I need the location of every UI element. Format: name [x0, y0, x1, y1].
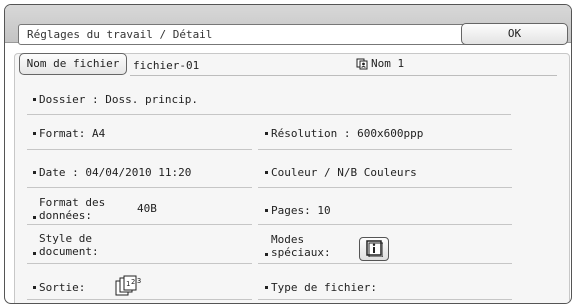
color-text: Couleur / N/B Couleurs: [271, 166, 417, 179]
special-modes-button[interactable]: [359, 237, 389, 261]
sorted-pages-icon: 1 2 3: [114, 275, 148, 300]
output-info: Sortie:: [33, 281, 85, 294]
format-info: Format: A4: [33, 127, 105, 140]
date-text: Date : 04/04/2010 11:20: [39, 166, 192, 179]
file-type-info: Type de fichier:: [265, 281, 377, 294]
special-modes-info: Modes spéciaux:: [265, 233, 331, 259]
resolution-info: Résolution : 600x600ppp: [265, 127, 423, 140]
document-style-info: Style de document:: [33, 232, 99, 258]
filename-value: fichier-01: [133, 59, 200, 72]
output-text: Sortie:: [39, 281, 86, 294]
row-divider: [27, 224, 252, 225]
file-type-text: Type de fichier:: [271, 281, 377, 294]
row-divider: [258, 299, 512, 300]
date-info: Date : 04/04/2010 11:20: [33, 166, 191, 179]
pages-info: Pages: 10: [265, 204, 331, 217]
format-text: Format: A4: [39, 127, 106, 140]
row-divider: [27, 114, 511, 115]
folder-text: Dossier : Doss. princip.: [39, 93, 198, 106]
color-info: Couleur / N/B Couleurs: [265, 166, 417, 179]
row-divider: [258, 263, 512, 264]
user-name: Nom 1: [371, 57, 405, 70]
svg-text:1: 1: [126, 280, 130, 288]
user-name-group: Nom 1: [356, 57, 404, 70]
filename-button[interactable]: Nom de fichier: [19, 53, 127, 75]
svg-text:3: 3: [137, 277, 141, 285]
pages-text: Pages: 10: [271, 204, 331, 217]
row-divider: [27, 299, 252, 300]
info-icon: [365, 239, 384, 260]
ok-button[interactable]: OK: [461, 23, 568, 45]
folder-info: Dossier : Doss. princip.: [33, 93, 198, 106]
data-format-value: 40B: [137, 202, 157, 215]
special-modes-label: Modes spéciaux:: [271, 233, 331, 259]
user-copy-icon: [356, 58, 368, 70]
row-divider: [27, 187, 252, 188]
data-format-info: Format des données:: [33, 196, 105, 222]
resolution-text: Résolution : 600x600ppp: [271, 127, 424, 140]
job-settings-window: Réglages du travail / Détail OK: [4, 4, 572, 304]
row-divider: [258, 224, 512, 225]
row-divider: [27, 149, 252, 150]
svg-text:2: 2: [131, 278, 135, 286]
row-divider: [258, 187, 512, 188]
row-divider: [27, 263, 252, 264]
row-divider: [258, 149, 512, 150]
filename-underline: [130, 75, 557, 76]
document-style-label: Style de document:: [39, 232, 99, 258]
data-format-label: Format des données:: [39, 196, 106, 222]
